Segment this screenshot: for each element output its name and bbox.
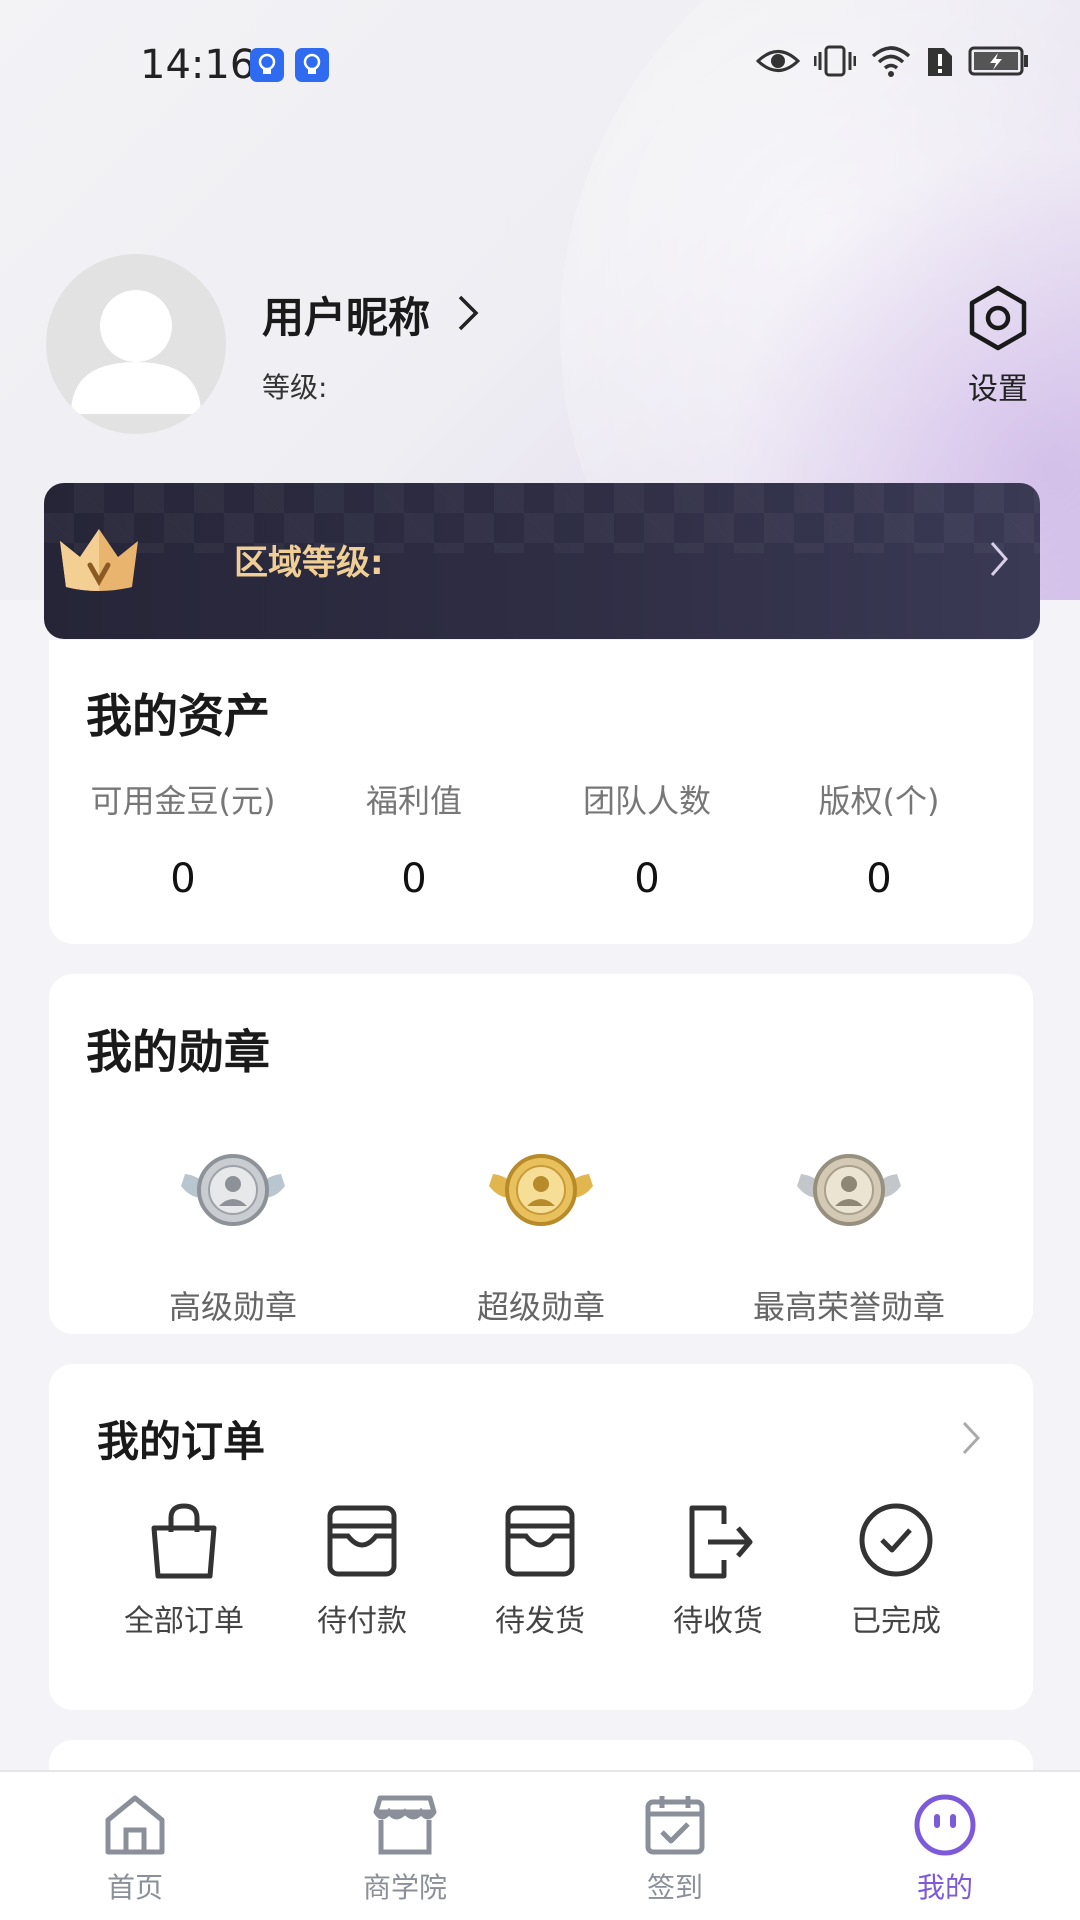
silver-medal-icon	[173, 1134, 293, 1254]
default-avatar-icon	[71, 290, 201, 414]
bulb-notification-icon	[250, 48, 284, 82]
sim-alert-icon	[926, 44, 954, 78]
region-level-banner[interactable]: 区域等级:	[44, 483, 1040, 639]
asset-label: 团队人数	[582, 782, 711, 820]
order-pending-payment[interactable]: 待付款	[277, 1498, 447, 1640]
my-medals-title: 我的勋章	[86, 1025, 270, 1079]
order-all[interactable]: 全部订单	[99, 1498, 269, 1640]
asset-value: 0	[170, 856, 196, 902]
crown-icon	[54, 521, 144, 601]
asset-team-count[interactable]: 团队人数 0	[532, 776, 762, 902]
order-label: 全部订单	[124, 1604, 244, 1639]
tab-business-school[interactable]: 商学院	[305, 1792, 505, 1906]
chevron-right-icon	[988, 539, 1010, 583]
medal-label: 超级勋章	[476, 1288, 605, 1326]
order-pending-shipment[interactable]: 待发货	[455, 1498, 625, 1640]
home-icon	[105, 1795, 165, 1855]
wallet-icon	[505, 1505, 575, 1577]
my-medals-card: 我的勋章 高级勋章 超级勋章 最高荣誉勋章	[49, 974, 1033, 1334]
chevron-right-icon	[456, 293, 480, 337]
status-time: 14:16	[140, 42, 256, 88]
medal-highest-honor[interactable]: 最高荣誉勋章	[719, 1134, 979, 1328]
asset-gold-beans[interactable]: 可用金豆(元) 0	[68, 776, 298, 902]
honor-medal-icon	[789, 1134, 909, 1254]
exit-arrow-icon	[689, 1505, 753, 1579]
medal-super[interactable]: 超级勋章	[411, 1134, 671, 1328]
my-orders-card: 我的订单 全部订单 待付款 待发货 待收货 已完成	[49, 1364, 1033, 1710]
asset-value: 0	[634, 856, 660, 902]
gear-icon	[969, 285, 1027, 351]
asset-welfare[interactable]: 福利值 0	[299, 776, 529, 902]
wifi-icon	[870, 44, 912, 78]
medal-label: 高级勋章	[168, 1288, 297, 1326]
order-label: 已完成	[851, 1604, 941, 1639]
settings-label: 设置	[968, 372, 1028, 407]
asset-label: 可用金豆(元)	[90, 782, 276, 820]
asset-value: 0	[401, 856, 427, 902]
shopping-bag-icon	[151, 1503, 217, 1579]
order-label: 待发货	[495, 1604, 585, 1639]
tab-label: 我的	[916, 1871, 973, 1904]
chevron-right-icon[interactable]	[961, 1420, 981, 1460]
tab-label: 签到	[646, 1871, 703, 1904]
region-level-label: 区域等级:	[234, 543, 384, 583]
tab-check-in[interactable]: 签到	[575, 1792, 775, 1906]
avatar[interactable]	[46, 254, 226, 434]
order-label: 待收货	[673, 1604, 763, 1639]
my-orders-title: 我的订单	[97, 1417, 266, 1466]
tab-label: 商学院	[362, 1871, 447, 1904]
tab-mine[interactable]: 我的	[845, 1792, 1045, 1906]
asset-label: 版权(个)	[818, 782, 940, 820]
tab-label: 首页	[106, 1871, 163, 1904]
asset-label: 福利值	[365, 782, 462, 820]
order-completed[interactable]: 已完成	[811, 1498, 981, 1640]
medal-advanced[interactable]: 高级勋章	[103, 1134, 363, 1328]
calendar-check-icon	[645, 1796, 705, 1855]
store-icon	[373, 1795, 437, 1855]
medal-label: 最高荣誉勋章	[752, 1288, 945, 1326]
tab-home[interactable]: 首页	[35, 1792, 235, 1906]
battery-charging-icon	[968, 44, 1030, 78]
eye-icon	[756, 44, 800, 78]
status-bar: 14:16	[0, 0, 1080, 130]
asset-value: 0	[866, 856, 892, 902]
check-circle-icon	[859, 1503, 933, 1577]
my-assets-card: 我的资产 可用金豆(元) 0 福利值 0 团队人数 0 版权(个) 0	[49, 640, 1033, 944]
my-assets-title: 我的资产	[86, 689, 270, 743]
asset-copyright[interactable]: 版权(个) 0	[764, 776, 994, 902]
gold-medal-icon	[481, 1134, 601, 1254]
order-pending-receipt[interactable]: 待收货	[633, 1498, 803, 1640]
order-label: 待付款	[317, 1604, 407, 1639]
banner-pattern	[44, 483, 1040, 553]
wallet-icon	[327, 1505, 397, 1577]
user-nickname: 用户昵称	[262, 293, 431, 342]
bulb-notification-icon	[295, 48, 329, 82]
user-level-label: 等级:	[262, 371, 328, 404]
settings-button[interactable]: 设置	[948, 282, 1048, 408]
profile-face-icon	[914, 1794, 976, 1856]
bottom-navigation: 首页 商学院 签到 我的	[0, 1770, 1080, 1920]
nickname-row[interactable]: 用户昵称	[262, 284, 480, 345]
vibrate-icon	[814, 44, 856, 78]
